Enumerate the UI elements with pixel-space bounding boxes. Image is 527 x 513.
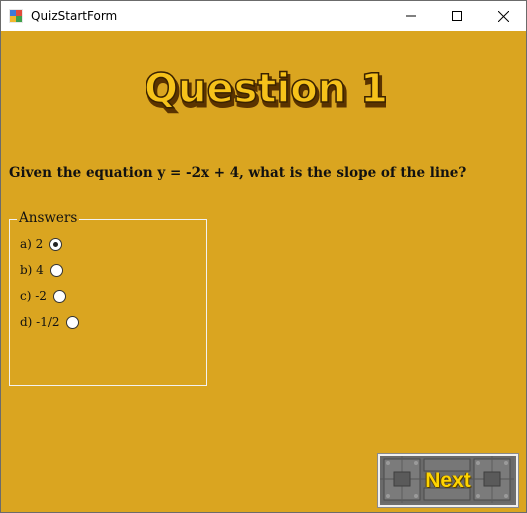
quiz-start-window: QuizStartForm Question 1 Question 1 Give… — [0, 0, 527, 513]
next-button-label: Next — [425, 468, 471, 492]
answer-option-c[interactable]: c) -2 — [20, 289, 66, 303]
question-text: Given the equation y = -2x + 4, what is … — [9, 165, 467, 181]
close-icon — [497, 10, 509, 22]
answers-legend: Answers — [17, 210, 80, 226]
radio-button-d[interactable] — [65, 315, 79, 329]
close-button[interactable] — [480, 1, 526, 31]
answer-option-label: b) 4 — [20, 263, 44, 277]
next-button-face: Next — [380, 456, 516, 505]
title-art-text: Question 1 — [146, 66, 386, 112]
app-icon — [9, 9, 23, 23]
maximize-icon — [452, 11, 462, 21]
minimize-icon — [406, 15, 416, 17]
answers-group: Answers a) 2 b) 4 c) -2 d) -1/2 — [9, 210, 207, 386]
window-title: QuizStartForm — [31, 9, 118, 23]
answer-option-label: d) -1/2 — [20, 315, 60, 329]
answer-option-d[interactable]: d) -1/2 — [20, 315, 79, 329]
next-button[interactable]: Next — [377, 453, 519, 508]
answer-option-label: c) -2 — [20, 289, 47, 303]
answer-option-label: a) 2 — [20, 237, 44, 251]
quiz-content: Question 1 Question 1 Given the equation… — [1, 32, 526, 512]
minimize-button[interactable] — [388, 1, 434, 31]
radio-button-c[interactable] — [52, 289, 66, 303]
answer-option-b[interactable]: b) 4 — [20, 263, 63, 277]
title-bar: QuizStartForm — [1, 1, 526, 31]
answer-option-a[interactable]: a) 2 — [20, 237, 63, 251]
maximize-button[interactable] — [434, 1, 480, 31]
radio-button-a[interactable] — [49, 237, 63, 251]
question-title-art: Question 1 Question 1 — [146, 65, 386, 117]
radio-button-b[interactable] — [49, 263, 63, 277]
